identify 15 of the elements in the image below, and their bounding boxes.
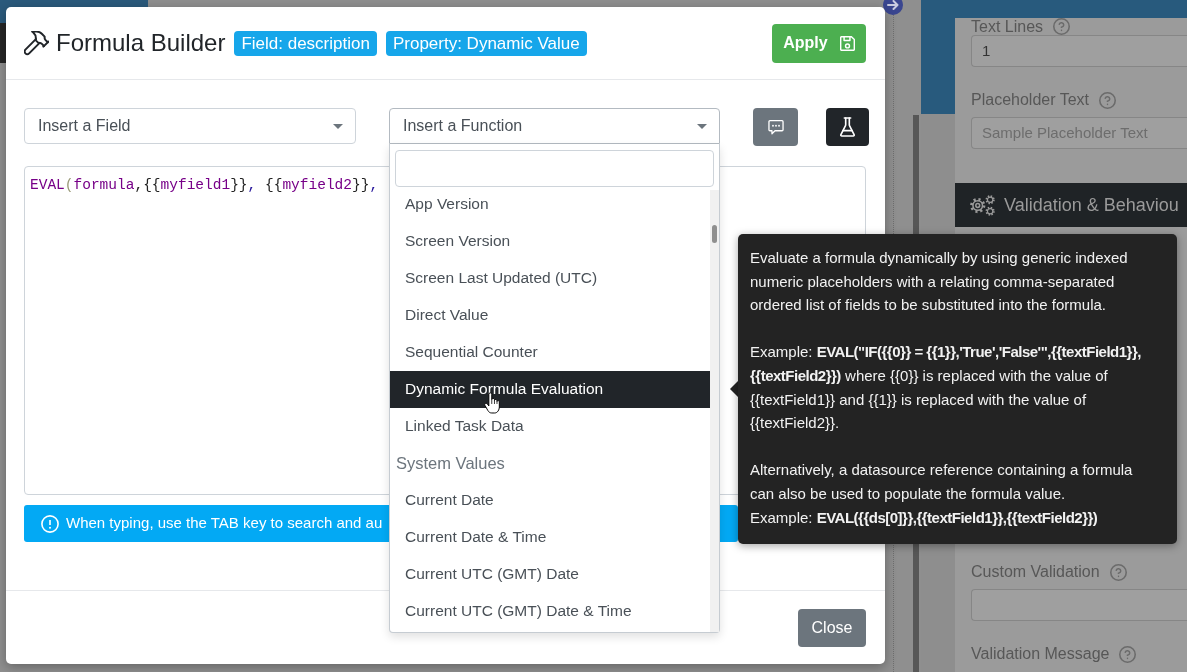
badge: Property: Dynamic Value: [385, 30, 587, 56]
badge: Field: description: [234, 30, 377, 56]
dialog-title: Formula Builder: [56, 28, 226, 58]
section-title: Validation & Behaviou: [1004, 193, 1179, 217]
tooltip-text: Evaluate a formula dynamically by using generic indexed numeric placeholders with a relating comma-separated ordered list of fields to be substituted into the formula.: [750, 248, 1129, 316]
field-label: Text Lines: [971, 18, 1044, 35]
field-label: Validation Message: [971, 646, 1110, 662]
tooltip-text: Example: EVAL("IF({{0}} = {{1}},'True','False'",{{textField1}}, {{textField2}}) where {{0}} is replaced with the value of {{textField1}} and {{1}} is replaced with the value of {{textField2}}.: [750, 342, 1142, 434]
tooltip-text: Alternatively, a datasource reference containing a formula can also be used to populate the formula value.: [750, 460, 1134, 504]
group-heading: System Values: [395, 452, 506, 474]
field-label: Custom Validation: [971, 564, 1100, 580]
tooltip-text: Example: EVAL({{ds[0]}},{{textField1}},{{textField2}}): [750, 507, 1098, 528]
field-label: Placeholder Text: [971, 92, 1089, 108]
hint-text: When typing, use the TAB key to search and au: [66, 513, 383, 534]
code-line: EVAL(formula,{{myfield1}}, {{myfield2}},: [30, 176, 379, 195]
